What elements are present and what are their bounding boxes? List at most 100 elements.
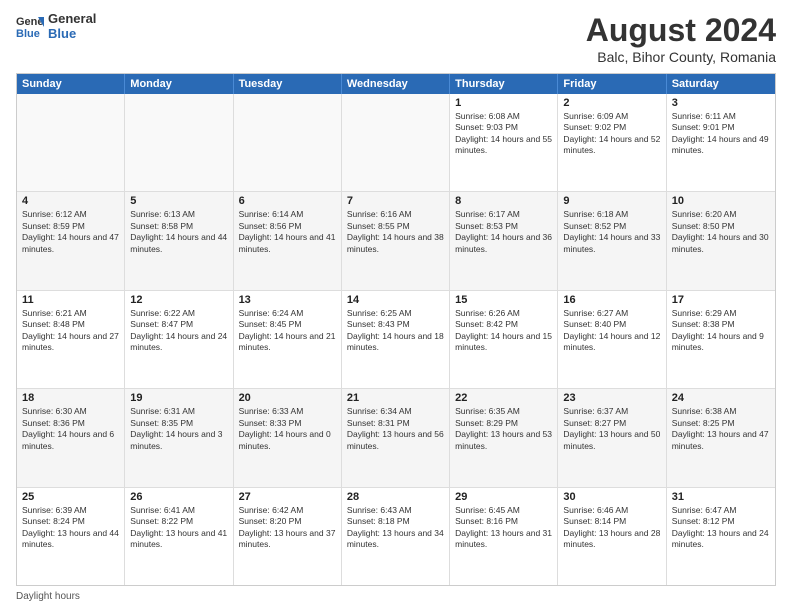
day-number: 14 (347, 294, 444, 306)
day-number: 2 (563, 97, 660, 109)
day-number: 12 (130, 294, 227, 306)
day-of-week-wednesday: Wednesday (342, 74, 450, 94)
cell-info: Sunrise: 6:21 AMSunset: 8:48 PMDaylight:… (22, 308, 119, 354)
day-number: 16 (563, 294, 660, 306)
calendar-cell: 10 Sunrise: 6:20 AMSunset: 8:50 PMDayligh… (667, 192, 775, 289)
day-number: 15 (455, 294, 552, 306)
day-number: 21 (347, 392, 444, 404)
day-number: 1 (455, 97, 552, 109)
day-number: 25 (22, 491, 119, 503)
calendar-cell: 23 Sunrise: 6:37 AMSunset: 8:27 PMDayligh… (558, 389, 666, 486)
calendar-cell (342, 94, 450, 191)
logo-icon: General Blue (16, 13, 44, 41)
calendar-cell: 22 Sunrise: 6:35 AMSunset: 8:29 PMDayligh… (450, 389, 558, 486)
calendar-cell: 1 Sunrise: 6:08 AMSunset: 9:03 PMDaylight… (450, 94, 558, 191)
day-number: 23 (563, 392, 660, 404)
calendar-cell: 3Sunrise: 6:11 AMSunset: 9:01 PMDaylight… (667, 94, 775, 191)
day-number: 5 (130, 195, 227, 207)
day-number: 13 (239, 294, 336, 306)
calendar-row-3: 18 Sunrise: 6:30 AMSunset: 8:36 PMDayligh… (17, 389, 775, 487)
calendar-cell: 25 Sunrise: 6:39 AMSunset: 8:24 PMDayligh… (17, 488, 125, 585)
main-title: August 2024 (586, 12, 776, 49)
logo-blue: Blue (48, 27, 96, 42)
calendar-row-1: 4 Sunrise: 6:12 AMSunset: 8:59 PMDaylight… (17, 192, 775, 290)
day-number: 7 (347, 195, 444, 207)
cell-info: Sunrise: 6:11 AMSunset: 9:01 PMDaylight:… (672, 111, 770, 157)
cell-info: Sunrise: 6:45 AMSunset: 8:16 PMDaylight:… (455, 505, 552, 551)
logo-general: General (48, 12, 96, 27)
cell-info: Sunrise: 6:20 AMSunset: 8:50 PMDaylight:… (672, 209, 770, 255)
calendar-cell: 29 Sunrise: 6:45 AMSunset: 8:16 PMDayligh… (450, 488, 558, 585)
cell-info: Sunrise: 6:26 AMSunset: 8:42 PMDaylight:… (455, 308, 552, 354)
day-of-week-monday: Monday (125, 74, 233, 94)
calendar-cell: 21 Sunrise: 6:34 AMSunset: 8:31 PMDayligh… (342, 389, 450, 486)
day-number: 6 (239, 195, 336, 207)
day-of-week-saturday: Saturday (667, 74, 775, 94)
cell-info: Sunrise: 6:14 AMSunset: 8:56 PMDaylight:… (239, 209, 336, 255)
svg-text:Blue: Blue (16, 28, 40, 40)
calendar-cell (17, 94, 125, 191)
calendar-cell: 14 Sunrise: 6:25 AMSunset: 8:43 PMDayligh… (342, 291, 450, 388)
day-number: 24 (672, 392, 770, 404)
cell-info: Sunrise: 6:18 AMSunset: 8:52 PMDaylight:… (563, 209, 660, 255)
cell-info: Sunrise: 6:22 AMSunset: 8:47 PMDaylight:… (130, 308, 227, 354)
cell-info: Sunrise: 6:46 AMSunset: 8:14 PMDaylight:… (563, 505, 660, 551)
calendar-cell: 27Sunrise: 6:42 AMSunset: 8:20 PMDayligh… (234, 488, 342, 585)
day-number: 10 (672, 195, 770, 207)
calendar-cell: 24 Sunrise: 6:38 AMSunset: 8:25 PMDayligh… (667, 389, 775, 486)
day-number: 11 (22, 294, 119, 306)
calendar-cell: 5 Sunrise: 6:13 AMSunset: 8:58 PMDaylight… (125, 192, 233, 289)
cell-info: Sunrise: 6:34 AMSunset: 8:31 PMDaylight:… (347, 406, 444, 452)
calendar-cell: 13 Sunrise: 6:24 AMSunset: 8:45 PMDayligh… (234, 291, 342, 388)
cell-info: Sunrise: 6:25 AMSunset: 8:43 PMDaylight:… (347, 308, 444, 354)
cell-info: Sunrise: 6:38 AMSunset: 8:25 PMDaylight:… (672, 406, 770, 452)
day-of-week-thursday: Thursday (450, 74, 558, 94)
calendar-cell (234, 94, 342, 191)
cell-info: Sunrise: 6:13 AMSunset: 8:58 PMDaylight:… (130, 209, 227, 255)
day-of-week-sunday: Sunday (17, 74, 125, 94)
calendar-cell: 15 Sunrise: 6:26 AMSunset: 8:42 PMDayligh… (450, 291, 558, 388)
cell-info: Sunrise: 6:47 AMSunset: 8:12 PMDaylight:… (672, 505, 770, 551)
calendar-cell: 2 Sunrise: 6:09 AMSunset: 9:02 PMDaylight… (558, 94, 666, 191)
day-number: 19 (130, 392, 227, 404)
day-number: 22 (455, 392, 552, 404)
cell-info: Sunrise: 6:27 AMSunset: 8:40 PMDaylight:… (563, 308, 660, 354)
day-number: 31 (672, 491, 770, 503)
day-number: 30 (563, 491, 660, 503)
cell-info: Sunrise: 6:37 AMSunset: 8:27 PMDaylight:… (563, 406, 660, 452)
calendar-cell: 17Sunrise: 6:29 AMSunset: 8:38 PMDayligh… (667, 291, 775, 388)
calendar: SundayMondayTuesdayWednesdayThursdayFrid… (16, 73, 776, 586)
calendar-cell: 16 Sunrise: 6:27 AMSunset: 8:40 PMDayligh… (558, 291, 666, 388)
subtitle: Balc, Bihor County, Romania (586, 49, 776, 65)
cell-info: Sunrise: 6:42 AMSunset: 8:20 PMDaylight:… (239, 505, 336, 551)
calendar-cell: 12 Sunrise: 6:22 AMSunset: 8:47 PMDayligh… (125, 291, 233, 388)
calendar-row-4: 25 Sunrise: 6:39 AMSunset: 8:24 PMDayligh… (17, 488, 775, 585)
calendar-header: SundayMondayTuesdayWednesdayThursdayFrid… (17, 74, 775, 94)
footer-text: Daylight hours (16, 591, 80, 602)
calendar-cell: 30 Sunrise: 6:46 AMSunset: 8:14 PMDayligh… (558, 488, 666, 585)
cell-info: Sunrise: 6:43 AMSunset: 8:18 PMDaylight:… (347, 505, 444, 551)
day-number: 20 (239, 392, 336, 404)
calendar-cell: 6 Sunrise: 6:14 AMSunset: 8:56 PMDaylight… (234, 192, 342, 289)
calendar-row-2: 11 Sunrise: 6:21 AMSunset: 8:48 PMDayligh… (17, 291, 775, 389)
day-number: 29 (455, 491, 552, 503)
cell-info: Sunrise: 6:08 AMSunset: 9:03 PMDaylight:… (455, 111, 552, 157)
day-of-week-tuesday: Tuesday (234, 74, 342, 94)
cell-info: Sunrise: 6:41 AMSunset: 8:22 PMDaylight:… (130, 505, 227, 551)
cell-info: Sunrise: 6:24 AMSunset: 8:45 PMDaylight:… (239, 308, 336, 354)
calendar-cell: 28Sunrise: 6:43 AMSunset: 8:18 PMDayligh… (342, 488, 450, 585)
cell-info: Sunrise: 6:16 AMSunset: 8:55 PMDaylight:… (347, 209, 444, 255)
cell-info: Sunrise: 6:09 AMSunset: 9:02 PMDaylight:… (563, 111, 660, 157)
cell-info: Sunrise: 6:35 AMSunset: 8:29 PMDaylight:… (455, 406, 552, 452)
calendar-cell: 9Sunrise: 6:18 AMSunset: 8:52 PMDaylight… (558, 192, 666, 289)
calendar-cell: 11 Sunrise: 6:21 AMSunset: 8:48 PMDayligh… (17, 291, 125, 388)
logo: General Blue General Blue (16, 12, 96, 42)
header: General Blue General Blue August 2024 Ba… (16, 12, 776, 65)
calendar-cell: 4 Sunrise: 6:12 AMSunset: 8:59 PMDaylight… (17, 192, 125, 289)
calendar-cell: 19Sunrise: 6:31 AMSunset: 8:35 PMDayligh… (125, 389, 233, 486)
day-number: 18 (22, 392, 119, 404)
day-number: 4 (22, 195, 119, 207)
cell-info: Sunrise: 6:30 AMSunset: 8:36 PMDaylight:… (22, 406, 119, 452)
cell-info: Sunrise: 6:12 AMSunset: 8:59 PMDaylight:… (22, 209, 119, 255)
cell-info: Sunrise: 6:39 AMSunset: 8:24 PMDaylight:… (22, 505, 119, 551)
